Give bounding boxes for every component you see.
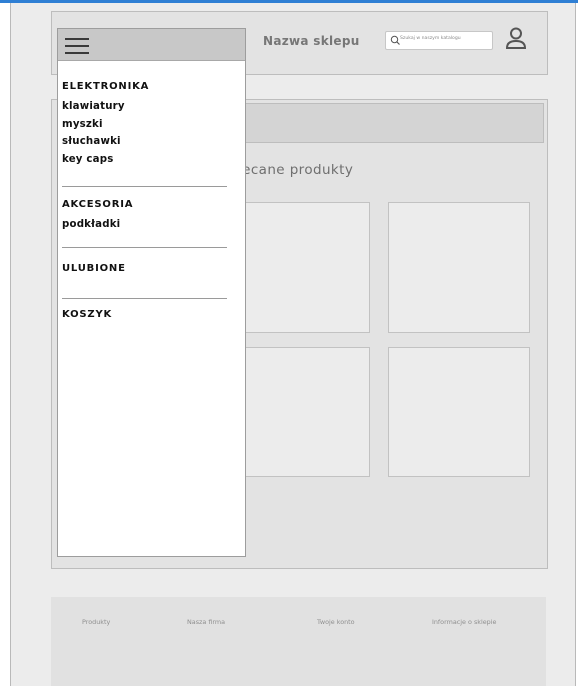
menu-category-accessories[interactable]: AKCESORIA [62,199,133,210]
menu-divider [62,186,227,187]
hamburger-icon[interactable] [65,34,89,56]
menu-item-mice[interactable]: myszki [62,119,103,130]
footer-link-account[interactable]: Twoje konto [317,618,355,626]
store-name[interactable]: Nazwa sklepu [263,34,360,48]
footer-link-products[interactable]: Produkty [82,618,110,626]
footer-link-company[interactable]: Nasza firma [187,618,225,626]
menu-divider [62,247,227,248]
menu-item-headphones[interactable]: słuchawki [62,136,121,147]
product-card[interactable] [388,202,530,333]
search-input[interactable]: Szukaj w naszym katalogu [385,31,493,50]
menu-item-mousepads[interactable]: podkładki [62,219,120,230]
menu-category-favorites[interactable]: ULUBIONE [62,263,126,274]
page: Nazwa sklepu Szukaj w naszym katalogu le… [0,0,578,686]
user-icon[interactable] [505,27,527,51]
footer-link-store-info[interactable]: Informacje o sklepie [432,618,496,626]
footer [51,597,546,686]
product-card[interactable] [388,347,530,477]
menu-item-keyboards[interactable]: klawiatury [62,101,125,112]
product-card[interactable] [236,202,370,333]
menu-category-cart[interactable]: KOSZYK [62,309,112,320]
side-menu: ELEKTRONIKA klawiatury myszki słuchawki … [57,28,246,557]
menu-category-electronics[interactable]: ELEKTRONIKA [62,81,149,92]
search-placeholder: Szukaj w naszym katalogu [400,36,461,41]
menu-item-keycaps[interactable]: key caps [62,154,113,165]
product-card[interactable] [236,347,370,477]
section-title: lecane produkty [238,162,354,178]
menu-header [58,29,245,61]
menu-divider [62,298,227,299]
